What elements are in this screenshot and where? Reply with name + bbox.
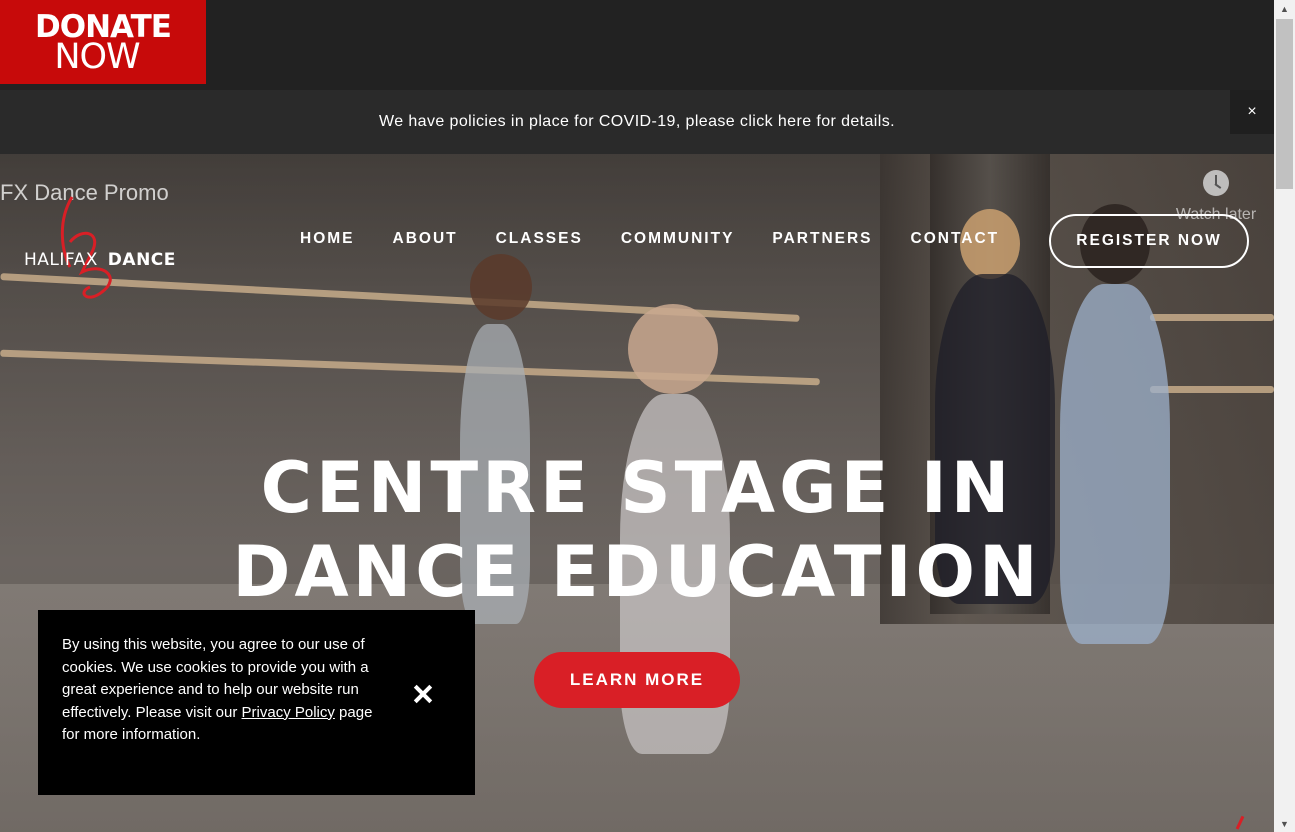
hero-headline-line2: DANCE EDUCATION: [232, 531, 1042, 613]
donate-now-button[interactable]: DONATE NOW: [0, 0, 206, 84]
nav-item-partners[interactable]: PARTNERS: [772, 230, 872, 248]
nav-item-home[interactable]: HOME: [300, 230, 355, 248]
scrollbar-thumb[interactable]: [1276, 19, 1293, 189]
learn-more-button[interactable]: LEARN MORE: [534, 652, 740, 708]
cookie-close-button[interactable]: [410, 680, 438, 708]
covid-notice-link[interactable]: We have policies in place for COVID-19, …: [379, 113, 895, 131]
nav-item-about[interactable]: ABOUT: [393, 230, 458, 248]
scroll-down-arrow-icon[interactable]: ▼: [1274, 815, 1295, 832]
nav-item-community[interactable]: COMMUNITY: [621, 230, 735, 248]
halifax-dance-logo[interactable]: HALIFAX DANCE: [22, 192, 177, 307]
top-bar: DONATE NOW: [0, 0, 1274, 90]
nav-item-contact[interactable]: CONTACT: [911, 230, 1000, 248]
hero-headline-line1: CENTRE STAGE IN: [260, 447, 1014, 529]
ballet-barre: [1150, 314, 1274, 321]
main-navigation: HOME ABOUT CLASSES COMMUNITY PARTNERS CO…: [300, 230, 1037, 248]
dancer-head: [470, 254, 532, 320]
covid-notice-close-button[interactable]: ×: [1230, 90, 1274, 134]
scroll-up-arrow-icon[interactable]: ▲: [1274, 0, 1295, 17]
cookie-consent-banner: By using this website, you agree to our …: [38, 610, 475, 795]
clock-icon: [1203, 170, 1229, 196]
logo-text: HALIFAX DANCE: [24, 250, 176, 270]
close-icon: ×: [1247, 103, 1257, 120]
logo-word-dance: DANCE: [107, 250, 176, 270]
page-scrollbar[interactable]: ▲ ▼: [1274, 0, 1295, 832]
dancer-head: [628, 304, 718, 394]
cookie-message: By using this website, you agree to our …: [62, 634, 382, 747]
nav-item-classes[interactable]: CLASSES: [496, 230, 583, 248]
privacy-policy-link[interactable]: Privacy Policy: [242, 704, 335, 721]
register-now-button[interactable]: REGISTER NOW: [1049, 214, 1249, 268]
donate-label-line2: NOW: [54, 37, 140, 77]
hero-headline: CENTRE STAGE IN DANCE EDUCATION: [0, 446, 1274, 614]
covid-notice-bar: We have policies in place for COVID-19, …: [0, 90, 1274, 154]
logo-word-halifax: HALIFAX: [24, 250, 98, 270]
